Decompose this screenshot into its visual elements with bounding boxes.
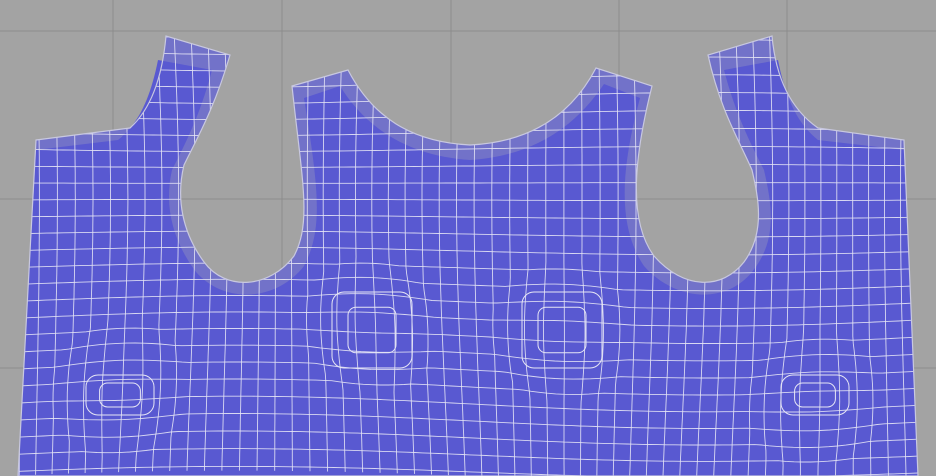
wire-edge	[563, 36, 565, 476]
wire-edge	[20, 56, 915, 72]
uv-shell-garment-front-panel[interactable]	[17, 12, 919, 476]
uv-editor-viewport[interactable]	[0, 0, 936, 476]
wire-edge	[20, 36, 916, 39]
uv-canvas[interactable]	[0, 0, 936, 476]
wire-edge	[20, 39, 915, 55]
wire-edge	[18, 36, 22, 476]
